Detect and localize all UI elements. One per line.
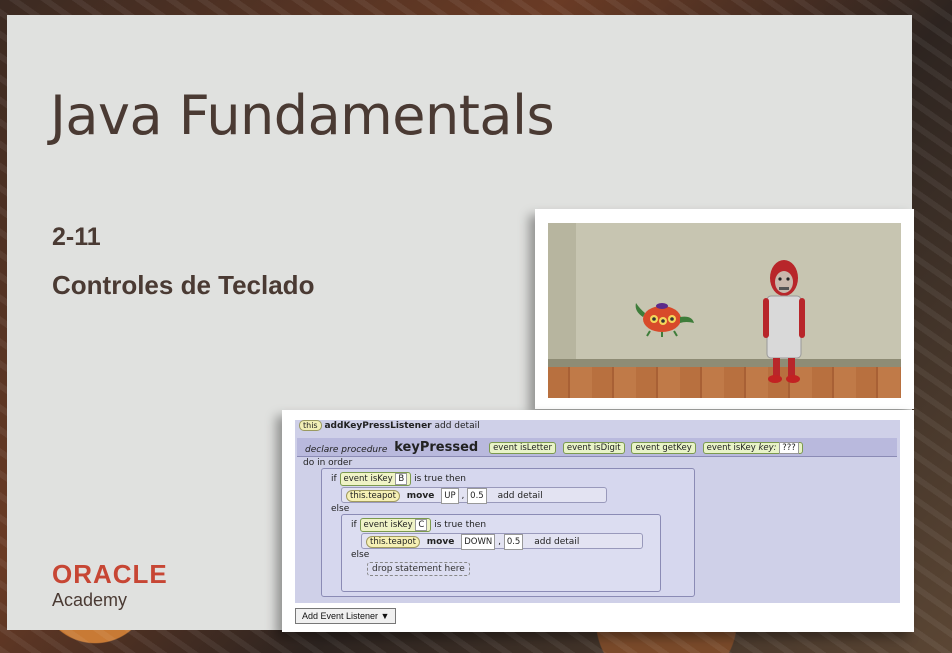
- param-isdigit[interactable]: event isDigit: [562, 442, 625, 454]
- if2-row: if event isKey C is true then: [351, 518, 487, 532]
- scene-viewport: [548, 223, 901, 398]
- listener-method: addKeyPressListener: [324, 421, 432, 431]
- move-down-statement[interactable]: this.teapot move DOWN , 0.5 add detail: [361, 533, 643, 550]
- lesson-number: 2-11: [52, 223, 101, 251]
- slide-title: Java Fundamentals: [50, 84, 555, 147]
- procedure-name: keyPressed: [394, 440, 479, 455]
- do-in-order-label: do in order: [303, 458, 353, 468]
- add-event-listener-button[interactable]: Add Event Listener ▼: [295, 608, 397, 624]
- if1-condition[interactable]: event isKey B: [339, 472, 412, 486]
- listener-block: this addKeyPressListener add detail: [299, 420, 480, 431]
- declare-procedure-label: declare procedure: [305, 445, 388, 455]
- param-getkey[interactable]: event getKey: [631, 442, 696, 454]
- move-up-statement[interactable]: this.teapot move UP , 0.5 add detail: [341, 487, 607, 504]
- teapot-icon: [635, 303, 694, 337]
- academy-label: Academy: [52, 590, 128, 610]
- param-isletter[interactable]: event isLetter: [489, 442, 556, 454]
- else2-label: else: [351, 550, 370, 560]
- oracle-logo: ORACLE: [52, 559, 168, 589]
- lesson-title: Controles de Teclado: [52, 270, 315, 300]
- character-figure: [763, 260, 805, 383]
- if2-condition[interactable]: event isKey C: [359, 518, 432, 532]
- scene-floor: [548, 367, 901, 398]
- listener-detail: add detail: [434, 421, 480, 431]
- scene-wall: [548, 223, 576, 363]
- scene-screenshot: [535, 209, 914, 409]
- else1-label: else: [331, 504, 350, 514]
- editor-footer: Add Event Listener ▼: [295, 607, 900, 624]
- listener-target: this: [299, 420, 322, 431]
- if1-row: if event isKey B is true then: [331, 472, 466, 486]
- code-editor-screenshot: this addKeyPressListener add detail decl…: [282, 410, 914, 632]
- procedure-header: declare procedure keyPressed event isLet…: [297, 438, 897, 457]
- scene-baseboard: [548, 359, 901, 367]
- drop-statement-area[interactable]: drop statement here: [367, 562, 470, 576]
- code-editor-area: this addKeyPressListener add detail decl…: [295, 420, 900, 603]
- param-iskey[interactable]: event isKey key: ???: [702, 442, 803, 454]
